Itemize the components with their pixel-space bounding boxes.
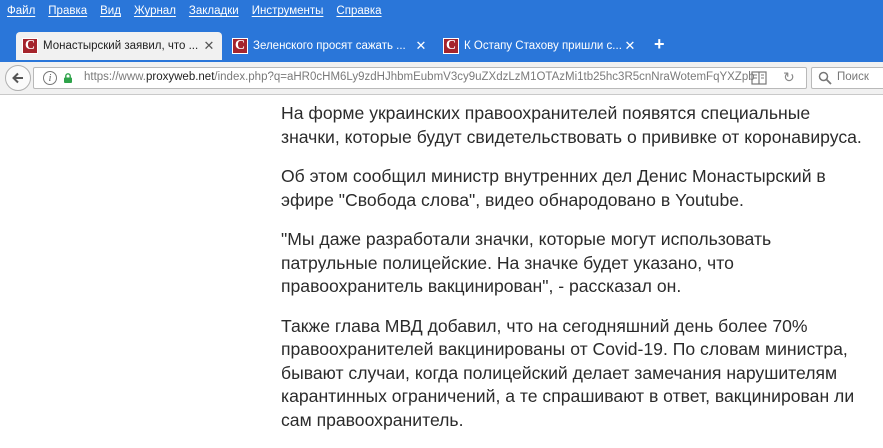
search-input[interactable]: Поиск — [811, 67, 883, 89]
article-body: На форме украинских правоохранителей поя… — [281, 102, 883, 448]
article-paragraph: Об этом сообщил министр внутренних дел Д… — [281, 166, 826, 210]
article-paragraph: На форме украинских правоохранителей поя… — [281, 103, 862, 147]
menu-help[interactable]: Справка — [336, 5, 381, 17]
tab-title: Монастырский заявил, что ... — [43, 40, 199, 52]
article-paragraph: "Мы даже разработали значки, которые мог… — [281, 229, 772, 296]
url-text[interactable]: https://www.proxyweb.net/index.php?q=aHR… — [84, 71, 754, 83]
menu-history[interactable]: Журнал — [134, 5, 176, 17]
tab-2[interactable]: C Зеленского просят сажать ... ✕ — [226, 32, 434, 60]
reload-icon[interactable]: ↻ — [783, 69, 795, 86]
info-icon[interactable]: i — [43, 71, 57, 85]
tab-close-icon[interactable]: ✕ — [414, 38, 428, 54]
menu-bar: Файл Правка Вид Журнал Закладки Инструме… — [0, 0, 388, 22]
menu-view[interactable]: Вид — [100, 5, 121, 17]
tab-active[interactable]: C Монастырский заявил, что ... ✕ — [16, 32, 222, 60]
tab-close-icon[interactable]: ✕ — [623, 38, 637, 54]
search-icon — [818, 71, 832, 85]
tab-title: Зеленского просят сажать ... — [253, 40, 406, 52]
menu-edit[interactable]: Правка — [48, 5, 87, 17]
tab-close-icon[interactable]: ✕ — [202, 38, 216, 54]
navigation-toolbar: i https://www.proxyweb.net/index.php?q=a… — [0, 62, 883, 95]
site-favicon-icon: C — [232, 38, 248, 54]
menu-file[interactable]: Файл — [7, 5, 35, 17]
reader-view-icon[interactable] — [751, 71, 767, 85]
url-bar[interactable]: i https://www.proxyweb.net/index.php?q=a… — [33, 67, 807, 89]
menu-tools[interactable]: Инструменты — [252, 5, 324, 17]
back-arrow-icon[interactable] — [5, 65, 31, 91]
tab-title: К Остапу Стахову пришли с... — [464, 40, 622, 52]
site-favicon-icon: C — [22, 38, 38, 54]
lock-icon[interactable] — [63, 73, 73, 83]
menu-bookmarks[interactable]: Закладки — [189, 5, 239, 17]
browser-titlebar: Файл Правка Вид Журнал Закладки Инструме… — [0, 0, 883, 62]
tab-strip: C Монастырский заявил, что ... ✕ C Зелен… — [0, 30, 883, 62]
tab-3[interactable]: C К Остапу Стахову пришли с... ✕ — [437, 32, 643, 60]
site-favicon-icon: C — [443, 38, 459, 54]
article-paragraph: Также глава МВД добавил, что на сегодняш… — [281, 315, 855, 430]
search-placeholder: Поиск — [837, 71, 869, 83]
new-tab-plus-icon[interactable]: + — [654, 34, 665, 55]
